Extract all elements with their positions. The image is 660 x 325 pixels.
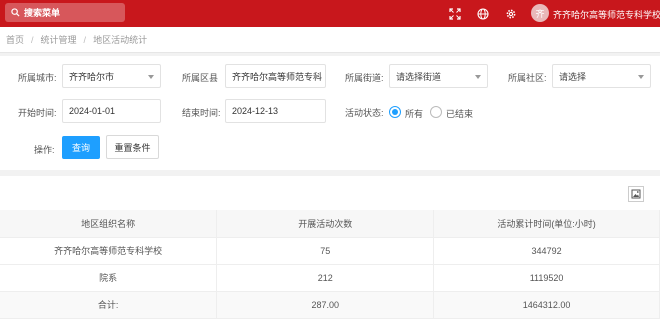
cell-count: 75 [216,237,435,265]
chevron-down-icon [148,75,154,79]
cell-org: 齐齐哈尔高等师范专科学校 [0,237,218,265]
community-label: 所属社区: [508,73,547,83]
table-row: 齐齐哈尔高等师范专科学校 75 344792 [0,237,660,265]
status-option-ended[interactable]: 已结束 [446,107,473,120]
chevron-down-icon [638,75,644,79]
city-label: 所属城市: [18,73,57,83]
end-time-label: 结束时间: [182,108,221,118]
status-label: 活动状态: [345,108,384,118]
district-label: 所属区县 [182,73,219,83]
operations-label: 操作: [34,145,55,155]
image-export-icon [631,189,641,199]
status-radio-all[interactable] [389,106,401,118]
start-date-input[interactable]: 2024-01-01 [62,99,161,123]
export-button[interactable] [628,186,644,202]
breadcrumb-current: 地区活动统计 [93,35,148,45]
street-placeholder: 请选择街道 [396,71,442,82]
col-header-hours[interactable]: 活动累计时间(单位:小时) [433,210,660,238]
breadcrumb: 首页 / 统计管理 / 地区活动统计 [0,27,660,53]
table-row: 院系 212 1119520 [0,264,660,292]
start-time-label: 开始时间: [18,108,57,118]
end-date-value: 2024-12-13 [232,106,279,116]
col-header-count[interactable]: 开展活动次数 [216,210,435,238]
district-value: 齐齐哈尔高等师范专科 [232,71,323,82]
breadcrumb-home[interactable]: 首页 [6,33,24,46]
fullscreen-icon[interactable] [448,7,461,20]
search-placeholder: 搜索菜单 [24,8,61,18]
total-label: 合计: [0,291,218,319]
breadcrumb-separator: / [83,34,87,45]
status-option-all[interactable]: 所有 [405,107,423,120]
cell-hours: 1119520 [433,264,660,292]
total-hours: 1464312.00 [433,291,660,319]
search-icon [11,8,20,17]
community-select[interactable]: 请选择 [552,64,651,88]
street-select[interactable]: 请选择街道 [389,64,488,88]
menu-search[interactable]: 搜索菜单 [5,3,125,22]
district-select[interactable]: 齐齐哈尔高等师范专科 [225,64,326,88]
chevron-down-icon [475,75,481,79]
user-name[interactable]: 齐齐哈尔高等师范专科学校 [553,8,660,21]
table-total-row: 合计: 287.00 1464312.00 [0,291,660,319]
end-date-input[interactable]: 2024-12-13 [225,99,326,123]
street-label: 所属街道: [345,73,384,83]
table-header-row: 地区组织名称 开展活动次数 活动累计时间(单位:小时) [0,210,660,238]
city-select[interactable]: 齐齐哈尔市 [62,64,161,88]
region-stats-table: 地区组织名称 开展活动次数 活动累计时间(单位:小时) 齐齐哈尔高等师范专科学校… [0,210,660,319]
breadcrumb-separator: / [31,34,34,45]
col-header-org[interactable]: 地区组织名称 [0,210,218,238]
cell-count: 212 [216,264,435,292]
start-date-value: 2024-01-01 [69,106,116,116]
total-count: 287.00 [216,291,435,319]
cell-hours: 344792 [433,237,660,265]
city-value: 齐齐哈尔市 [69,71,115,82]
query-button[interactable]: 查询 [62,136,100,159]
breadcrumb-stats[interactable]: 统计管理 [41,33,77,46]
avatar[interactable]: 齐 [531,4,549,22]
top-navbar: 搜索菜单 齐 齐齐哈尔高等师范专科学校 [0,0,660,27]
community-placeholder: 请选择 [559,71,587,82]
status-radio-ended[interactable] [430,106,442,118]
chevron-down-icon [313,75,319,79]
reset-button[interactable]: 重置条件 [106,135,159,159]
globe-icon[interactable] [476,7,489,20]
cell-org: 院系 [0,264,218,292]
gear-icon[interactable] [504,7,517,20]
